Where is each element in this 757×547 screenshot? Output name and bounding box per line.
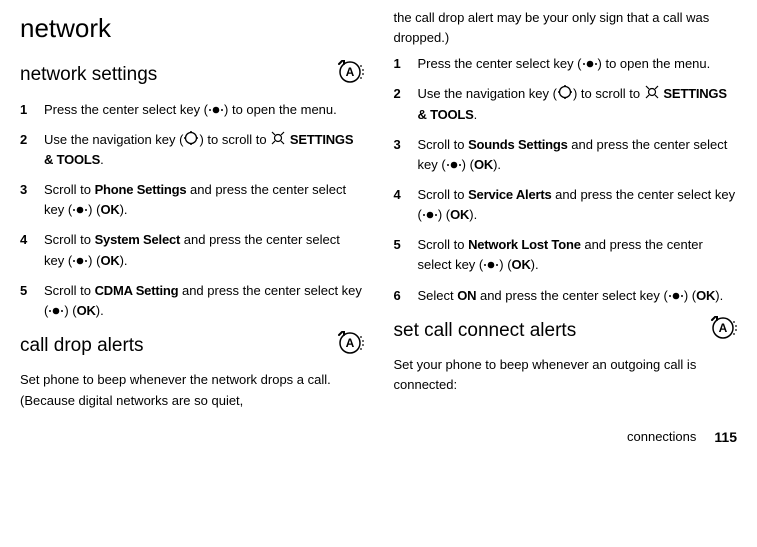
subheading-call-connect-alerts: set call connect alerts (394, 316, 738, 349)
center-select-key-icon (208, 104, 224, 116)
step-number: 2 (20, 130, 30, 170)
step-number: 4 (394, 185, 404, 225)
step-number: 2 (394, 84, 404, 124)
subheading-call-drop-alerts: call drop alerts (20, 331, 364, 364)
center-select-key-icon (668, 290, 684, 302)
center-select-key-icon (422, 209, 438, 221)
tools-icon (270, 130, 286, 146)
step-text: Press the center select key () to open t… (418, 54, 738, 74)
step-number: 3 (394, 135, 404, 175)
step-text: Scroll to CDMA Setting and press the cen… (44, 281, 364, 321)
center-select-key-icon (72, 255, 88, 267)
center-select-key-icon (483, 259, 499, 271)
step-number: 6 (394, 286, 404, 306)
step-number: 1 (394, 54, 404, 74)
call-drop-intro: Set phone to beep whenever the network d… (20, 370, 364, 410)
tools-icon (644, 84, 660, 100)
step-number: 5 (394, 235, 404, 275)
step-text: Scroll to Sounds Settings and press the … (418, 135, 738, 175)
step-text: Select ON and press the center select ke… (418, 286, 738, 306)
navigation-key-icon (183, 130, 199, 146)
navigation-key-icon (557, 84, 573, 100)
footer-page-number: 115 (714, 427, 737, 449)
center-select-key-icon (48, 305, 64, 317)
step-text: Use the navigation key () to scroll to S… (44, 130, 364, 170)
steps-network-settings: 1 Press the center select key () to open… (20, 100, 364, 321)
step-text: Scroll to Service Alerts and press the c… (418, 185, 738, 225)
step-text: Press the center select key () to open t… (44, 100, 364, 120)
feature-badge-icon (336, 60, 364, 93)
step-number: 4 (20, 230, 30, 270)
subheading-network-settings: network settings (20, 60, 364, 93)
center-select-key-icon (582, 58, 598, 70)
step-text: Scroll to Phone Settings and press the c… (44, 180, 364, 220)
feature-badge-icon (336, 331, 364, 364)
center-select-key-icon (72, 204, 88, 216)
right-column: the call drop alert may be your only sig… (394, 8, 738, 417)
step-number: 1 (20, 100, 30, 120)
step-text: Scroll to System Select and press the ce… (44, 230, 364, 270)
call-drop-continued: the call drop alert may be your only sig… (394, 8, 738, 48)
steps-call-drop-alerts: 1 Press the center select key () to open… (394, 54, 738, 305)
page-footer: connections 115 (0, 427, 757, 453)
left-column: network network settings 1 Press the cen… (20, 8, 364, 417)
footer-section: connections (627, 427, 696, 447)
feature-badge-icon (709, 316, 737, 349)
page-heading: network (20, 8, 364, 48)
center-select-key-icon (446, 159, 462, 171)
step-text: Use the navigation key () to scroll to S… (418, 84, 738, 124)
call-connect-intro: Set your phone to beep whenever an outgo… (394, 355, 738, 395)
step-number: 3 (20, 180, 30, 220)
step-number: 5 (20, 281, 30, 321)
step-text: Scroll to Network Lost Tone and press th… (418, 235, 738, 275)
